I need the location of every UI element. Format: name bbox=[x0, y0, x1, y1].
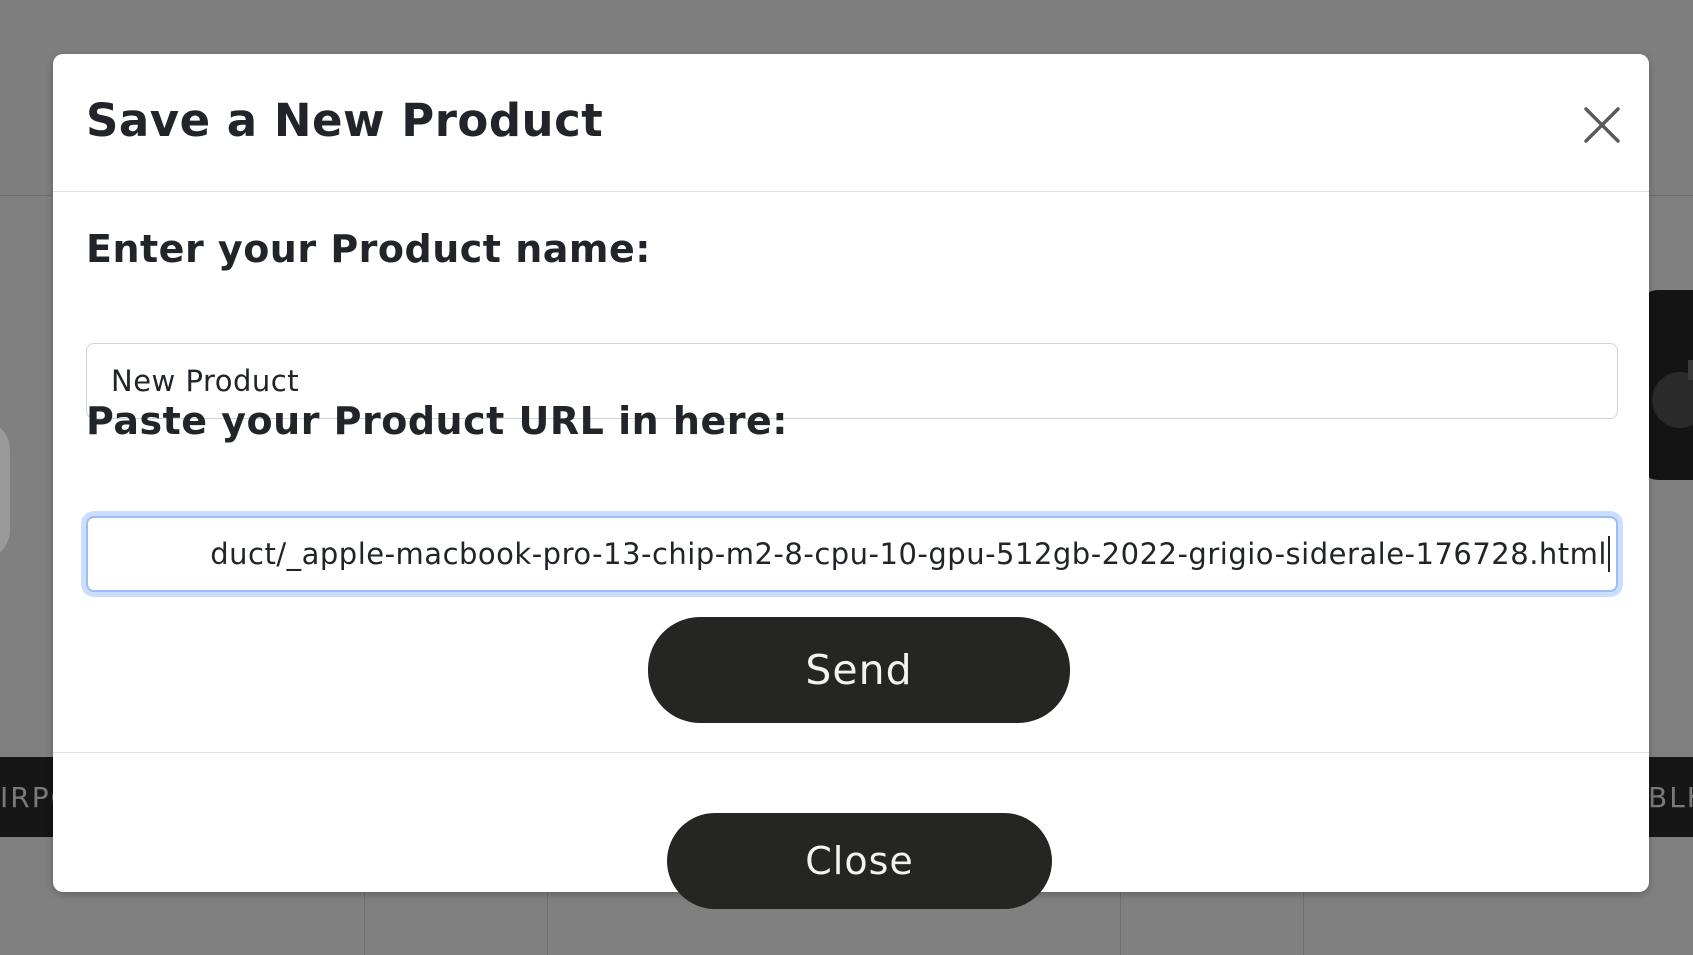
text-caret bbox=[1608, 536, 1610, 572]
background-product-band-left: IRPO bbox=[0, 757, 73, 837]
close-icon[interactable] bbox=[1580, 103, 1624, 147]
product-name-label: Enter your Product name: bbox=[86, 227, 651, 271]
product-url-value: duct/_apple-macbook-pro-13-chip-m2-8-cpu… bbox=[210, 537, 1607, 571]
modal-footer: Close bbox=[53, 752, 1649, 909]
product-url-input[interactable]: duct/_apple-macbook-pro-13-chip-m2-8-cpu… bbox=[86, 516, 1618, 592]
headphones-image bbox=[0, 427, 10, 553]
modal-title: Save a New Product bbox=[86, 94, 604, 147]
product-url-label: Paste your Product URL in here: bbox=[86, 399, 788, 443]
save-product-modal: Save a New Product Enter your Product na… bbox=[53, 54, 1649, 909]
modal-body: Enter your Product name: Paste your Prod… bbox=[53, 193, 1649, 752]
background-card bbox=[364, 890, 548, 955]
send-button[interactable]: Send bbox=[648, 617, 1070, 723]
close-button[interactable]: Close bbox=[667, 813, 1052, 909]
modal-header: Save a New Product bbox=[53, 54, 1649, 192]
background-card bbox=[1120, 890, 1304, 955]
background-band-text-right: BLK bbox=[1648, 780, 1693, 814]
